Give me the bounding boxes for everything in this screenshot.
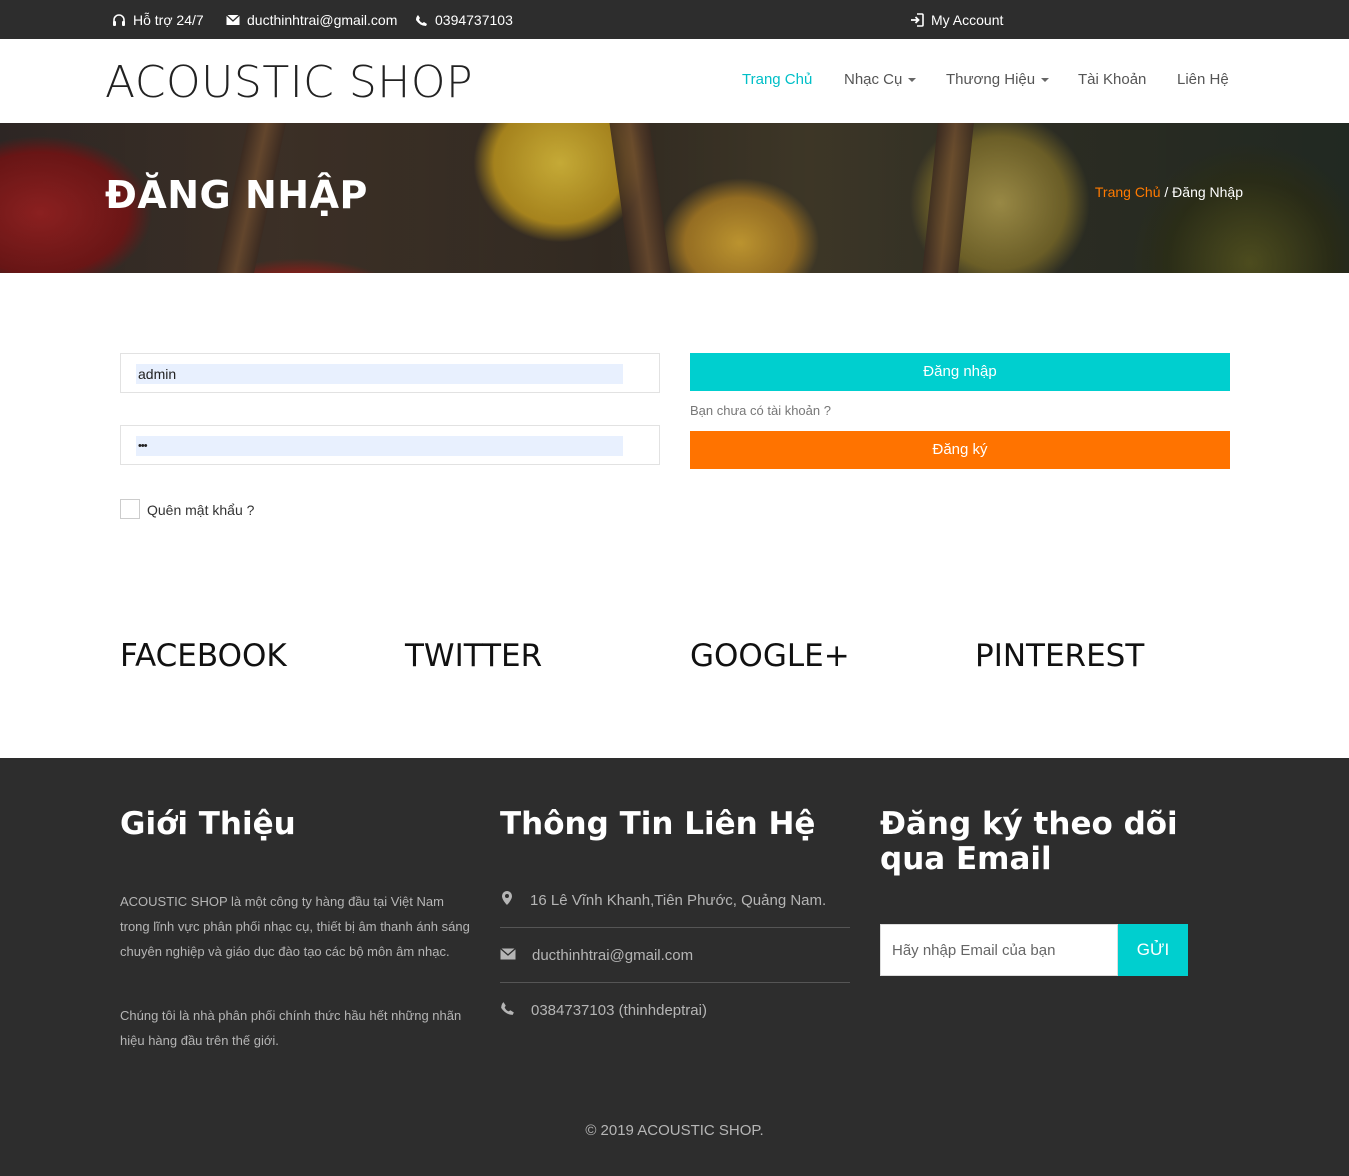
phone-item[interactable]: 0394737103 — [415, 12, 513, 28]
sign-in-icon — [910, 13, 924, 27]
header: ACOUSTIC SHOP Trang Chủ Nhạc Cụ Thương H… — [0, 39, 1349, 123]
username-field[interactable]: admin — [120, 353, 660, 393]
username-input[interactable]: admin — [136, 364, 623, 384]
contact-email-text: ducthinhtrai@gmail.com — [532, 946, 694, 964]
breadcrumb: Trang Chủ / Đăng Nhập — [1095, 184, 1243, 200]
social-google-plus[interactable]: GOOGLE+ — [690, 638, 850, 674]
email-text: ducthinhtrai@gmail.com — [247, 12, 398, 28]
phone-text: 0394737103 — [435, 12, 513, 28]
logo[interactable]: ACOUSTIC SHOP — [105, 57, 473, 108]
nav-home[interactable]: Trang Chủ — [742, 71, 812, 88]
caret-down-icon — [1041, 77, 1050, 82]
copyright: © 2019 ACOUSTIC SHOP. — [585, 1122, 764, 1139]
page-title: ĐĂNG NHẬP — [105, 173, 368, 217]
about-title: Giới Thiệu — [120, 806, 296, 842]
nav-brands[interactable]: Thương Hiệu — [946, 71, 1050, 88]
about-paragraph-1: ACOUSTIC SHOP là một công ty hàng đầu tạ… — [120, 894, 470, 959]
my-account-link[interactable]: My Account — [910, 12, 1003, 28]
banner-guitar-neck — [609, 123, 671, 273]
phone-icon — [500, 1001, 515, 1020]
password-field[interactable]: ••• — [120, 425, 660, 465]
my-account-text: My Account — [931, 12, 1004, 28]
contact-title: Thông Tin Liên Hệ — [500, 806, 816, 842]
social-facebook[interactable]: FACEBOOK — [120, 638, 287, 674]
nav-contact-label: Liên Hệ — [1177, 71, 1229, 88]
phone-icon — [415, 14, 428, 27]
headphones-icon — [112, 13, 126, 27]
support-text: Hỗ trợ 24/7 — [133, 12, 204, 28]
top-bar: Hỗ trợ 24/7 ducthinhtrai@gmail.com 03947… — [0, 0, 1349, 39]
subscribe-title: Đăng ký theo dõi qua Email — [880, 806, 1178, 877]
page-banner: ĐĂNG NHẬP Trang Chủ / Đăng Nhập — [0, 123, 1349, 273]
nav-account[interactable]: Tài Khoản — [1078, 71, 1146, 88]
contact-address: 16 Lê Vĩnh Khanh,Tiên Phước, Quảng Nam. — [500, 873, 850, 928]
nav-account-label: Tài Khoản — [1078, 71, 1147, 88]
social-pinterest[interactable]: PINTEREST — [975, 638, 1144, 674]
contact-phone[interactable]: 0384737103 (thinhdeptrai) — [500, 983, 850, 1038]
breadcrumb-home[interactable]: Trang Chủ — [1095, 184, 1161, 200]
subscribe-email-input[interactable]: Hãy nhập Email của bạn — [880, 924, 1118, 976]
email-item[interactable]: ducthinhtrai@gmail.com — [226, 12, 397, 28]
nav-instruments[interactable]: Nhạc Cụ — [844, 71, 917, 88]
forgot-password-checkbox[interactable] — [120, 499, 140, 519]
about-paragraph-2: Chúng tôi là nhà phân phối chính thức hầ… — [120, 1008, 462, 1048]
caret-down-icon — [908, 77, 917, 82]
nav-contact[interactable]: Liên Hệ — [1177, 71, 1229, 88]
subscribe-button[interactable]: GỬI — [1118, 924, 1188, 976]
contact-phone-text: 0384737103 (thinhdeptrai) — [531, 1002, 707, 1019]
no-account-text: Bạn chưa có tài khoản ? — [690, 403, 831, 418]
nav-instruments-label: Nhạc Cụ — [844, 71, 903, 88]
map-marker-icon — [500, 890, 514, 910]
contact-address-text: 16 Lê Vĩnh Khanh,Tiên Phước, Quảng Nam. — [530, 891, 827, 909]
password-input[interactable]: ••• — [136, 436, 623, 456]
forgot-password-label[interactable]: Quên mật khẩu ? — [147, 502, 254, 518]
envelope-icon — [226, 14, 240, 26]
nav-brands-label: Thương Hiệu — [946, 71, 1036, 88]
social-twitter[interactable]: TWITTER — [405, 638, 542, 674]
register-button[interactable]: Đăng ký — [690, 431, 1230, 469]
contact-email[interactable]: ducthinhtrai@gmail.com — [500, 928, 850, 983]
envelope-icon — [500, 947, 516, 964]
banner-guitar-neck — [922, 123, 974, 273]
login-button[interactable]: Đăng nhập — [690, 353, 1230, 391]
support-item: Hỗ trợ 24/7 — [112, 12, 204, 28]
breadcrumb-current: Đăng Nhập — [1172, 184, 1243, 200]
breadcrumb-separator: / — [1164, 184, 1169, 200]
nav-home-label: Trang Chủ — [742, 71, 813, 88]
